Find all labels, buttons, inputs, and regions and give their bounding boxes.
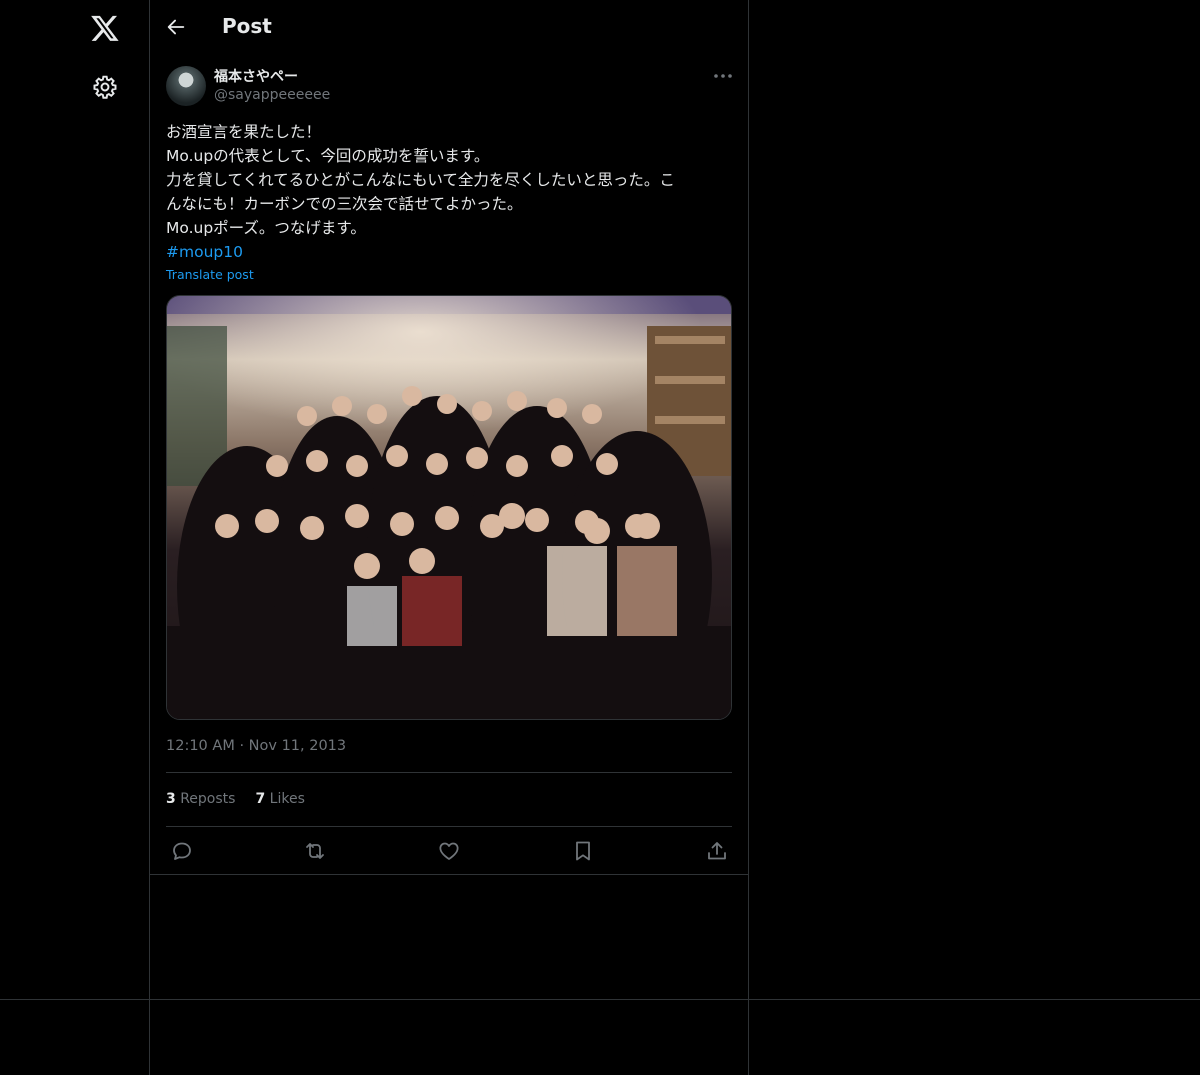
x-logo-icon[interactable]: [90, 13, 120, 43]
post-text-line: お酒宣言を果たした！: [166, 123, 322, 141]
left-column-divider: [149, 0, 150, 1075]
post-date: Nov 11, 2013: [248, 738, 347, 754]
reposts-label: Reposts: [180, 791, 236, 807]
post-bottom-divider: [150, 874, 748, 875]
divider: [166, 772, 732, 773]
author-display-name[interactable]: 福本さやペー: [214, 66, 298, 86]
divider: [166, 826, 732, 827]
post-photo[interactable]: [166, 295, 732, 720]
author-handle[interactable]: @sayappeeeeee: [214, 87, 330, 103]
arrow-left-icon[interactable]: [165, 16, 187, 38]
post-timestamp[interactable]: 12:10 AM · Nov 11, 2013: [166, 738, 346, 754]
reply-icon[interactable]: [170, 839, 194, 863]
post-text-line: 力を貸してくれてるひとがこんなにもいて全力を尽くしたいと思った。こ: [166, 171, 675, 189]
share-icon[interactable]: [705, 839, 729, 863]
likes-stat[interactable]: 7 Likes: [255, 791, 304, 807]
repost-icon[interactable]: [303, 839, 327, 863]
bottom-divider: [0, 999, 1200, 1000]
page-title: Post: [222, 14, 272, 38]
post-text: お酒宣言を果たした！ Mo.upの代表として、今回の成功を誓います。 力を貸して…: [166, 120, 732, 264]
engagement-stats: 3 Reposts 7 Likes: [166, 791, 305, 807]
right-column-divider: [748, 0, 749, 1075]
post-text-line: んなにも！カーボンでの三次会で話せてよかった。: [166, 195, 523, 213]
dot-separator: ·: [239, 738, 245, 754]
avatar[interactable]: [166, 66, 206, 106]
heart-icon[interactable]: [437, 839, 461, 863]
reposts-count: 3: [166, 791, 176, 807]
post-text-line: Mo.upの代表として、今回の成功を誓います。: [166, 147, 490, 165]
likes-count: 7: [255, 791, 266, 807]
post-text-line: Mo.upポーズ。つなげます。: [166, 219, 366, 237]
bookmark-icon[interactable]: [571, 839, 595, 863]
translate-post-link[interactable]: Translate post: [166, 267, 254, 282]
gear-icon[interactable]: [92, 74, 118, 100]
hashtag-link[interactable]: #moup10: [166, 240, 732, 264]
reposts-stat[interactable]: 3 Reposts: [166, 791, 235, 807]
likes-label: Likes: [269, 791, 305, 807]
more-horizontal-icon[interactable]: [712, 66, 734, 86]
post-time: 12:10 AM: [166, 738, 235, 754]
